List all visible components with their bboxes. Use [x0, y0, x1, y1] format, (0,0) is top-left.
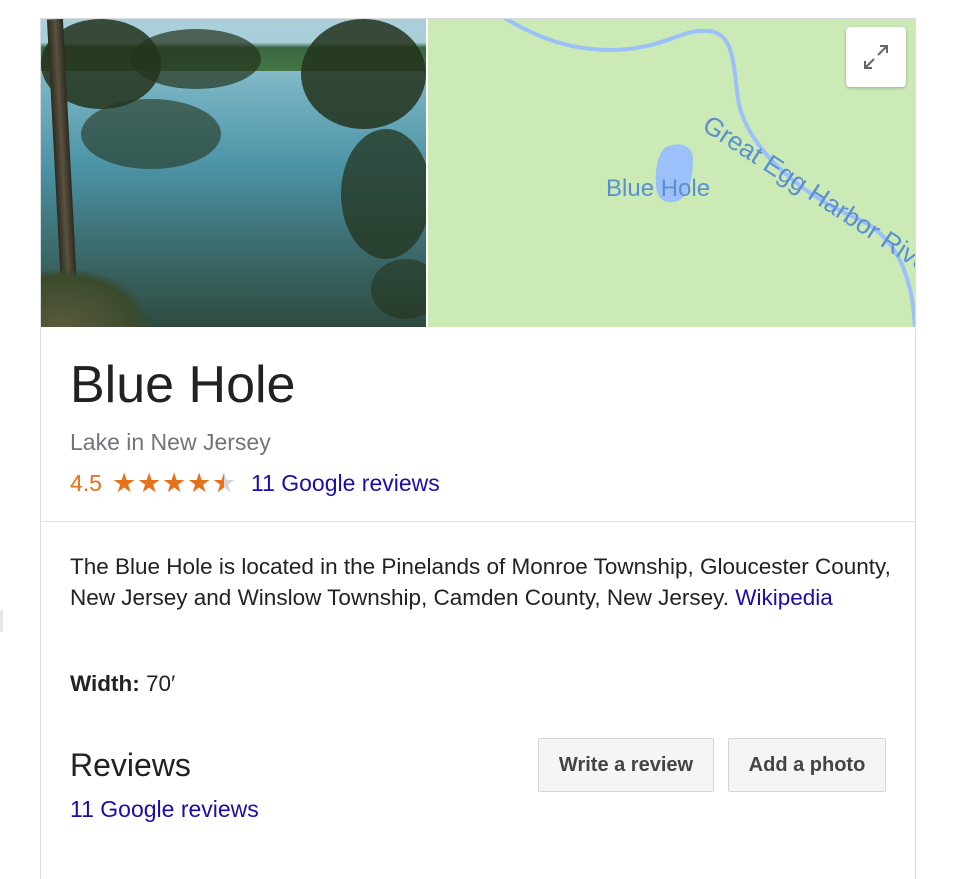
description: The Blue Hole is located in the Pineland… — [70, 551, 900, 613]
expand-map-button[interactable] — [846, 27, 906, 87]
star-icon: ★ — [111, 468, 137, 498]
place-category: Lake in New Jersey — [70, 429, 271, 455]
star-icon: ★ — [186, 468, 212, 498]
rating-value: 4.5 — [70, 470, 102, 496]
photo-foliage — [81, 99, 221, 169]
fact-width-value: 70′ — [146, 671, 176, 696]
knowledge-panel: Blue Hole Great Egg Harbor Rive Blue Hol… — [40, 18, 916, 879]
expand-arrows-icon — [864, 45, 888, 69]
map-thumbnail[interactable]: Blue Hole Great Egg Harbor Rive — [428, 19, 915, 327]
map-lake-label: Blue Hole — [606, 175, 711, 202]
wikipedia-link[interactable]: Wikipedia — [735, 585, 833, 610]
place-title: Blue Hole — [70, 356, 296, 414]
reviews-google-link[interactable]: 11 Google reviews — [70, 796, 259, 823]
section-divider — [41, 521, 915, 522]
photo-foliage — [341, 129, 426, 259]
left-edge-mark — [0, 610, 3, 632]
rating-row: 4.5 ★ ★ ★ ★ ★ ★ 11 Google reviews — [70, 470, 440, 497]
photo-foliage — [301, 19, 426, 129]
half-star-icon: ★ ★ — [211, 468, 237, 498]
lake-photo[interactable] — [41, 19, 426, 327]
photo-foliage — [371, 259, 426, 319]
map-graphic — [502, 19, 915, 327]
star-icon: ★ — [136, 468, 162, 498]
star-icon: ★ — [161, 468, 187, 498]
fact-width-label: Width: — [70, 671, 147, 696]
write-review-button[interactable]: Write a review — [538, 738, 714, 792]
fact-width: Width: 70′ — [70, 671, 175, 697]
google-reviews-link[interactable]: 11 Google reviews — [251, 470, 440, 497]
add-photo-button[interactable]: Add a photo — [728, 738, 886, 792]
photo-ground — [41, 267, 151, 327]
photo-foliage — [131, 29, 261, 89]
star-rating: ★ ★ ★ ★ ★ ★ — [112, 470, 237, 497]
reviews-heading: Reviews — [70, 747, 191, 783]
hero-media: Blue Hole Great Egg Harbor Rive — [41, 19, 915, 327]
